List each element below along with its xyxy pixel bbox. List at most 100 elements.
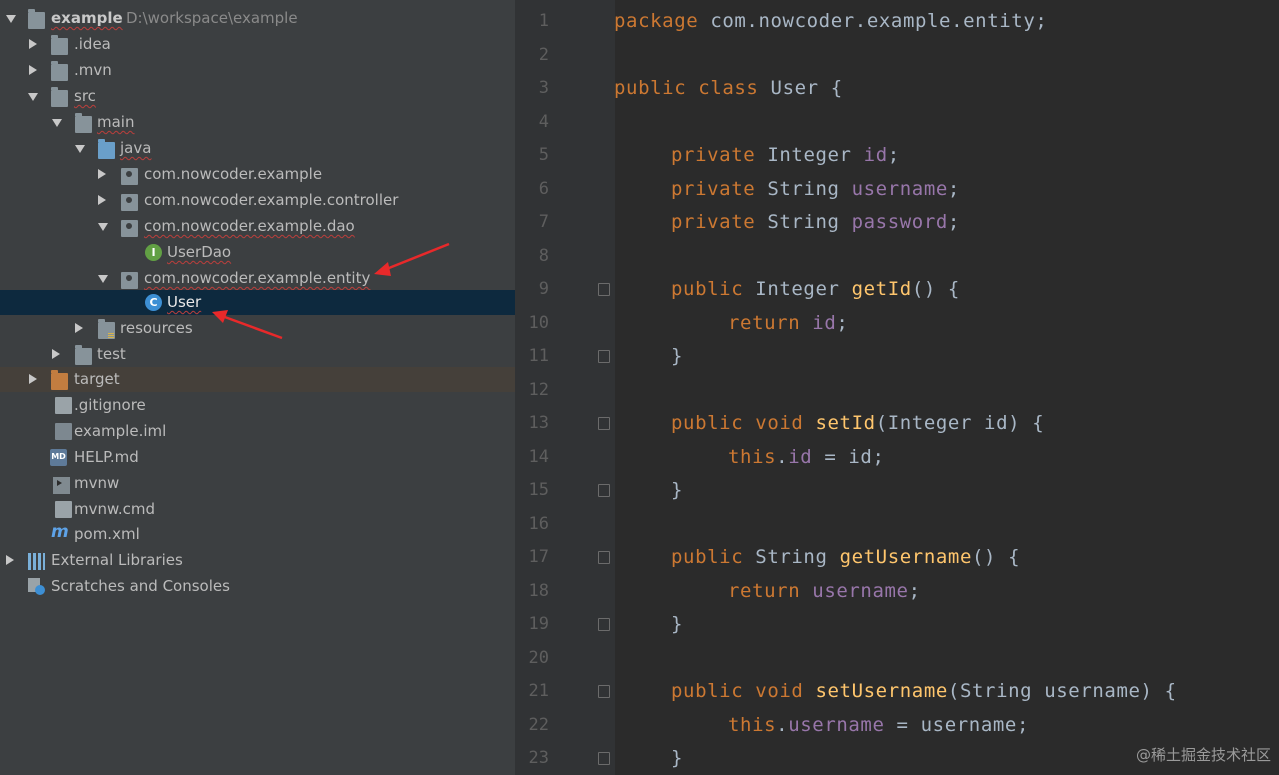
- tree-item-java[interactable]: java: [0, 136, 515, 161]
- chevron-down-icon[interactable]: [75, 145, 85, 153]
- tree-item-mvnw-cmd[interactable]: mvnw.cmd: [0, 497, 515, 522]
- code-editor[interactable]: 1 2 3 4 5 6 7 8 9 10 11 12 13 14 15 16 17 18 19 20 21 22 23 pa…: [515, 0, 1279, 775]
- fold-marker-icon[interactable]: [598, 685, 610, 698]
- chevron-right-icon[interactable]: [98, 169, 106, 179]
- module-folder-icon: [28, 9, 45, 29]
- tree-item-package-dao[interactable]: com.nowcoder.example.dao: [0, 214, 515, 239]
- fold-marker-icon[interactable]: [598, 350, 610, 363]
- chevron-right-icon[interactable]: [29, 374, 37, 384]
- line-number: 21: [528, 681, 549, 701]
- chevron-right-icon[interactable]: [29, 39, 37, 49]
- tree-item-package-example[interactable]: com.nowcoder.example: [0, 162, 515, 187]
- script-file-icon: [53, 477, 70, 494]
- tree-item-label: mvnw: [74, 474, 120, 492]
- code-token: this: [728, 445, 777, 468]
- tree-item-main[interactable]: main: [0, 110, 515, 135]
- fold-marker-icon[interactable]: [598, 618, 610, 631]
- tree-item-label: .gitignore: [74, 396, 146, 414]
- code-token: id: [863, 144, 888, 166]
- line-number: 19: [528, 614, 549, 634]
- line-number: 22: [528, 714, 549, 735]
- fold-marker-icon[interactable]: [598, 551, 610, 564]
- tree-item-label: test: [97, 345, 126, 363]
- tree-item-label: src: [74, 87, 96, 105]
- tree-item-example-iml[interactable]: example.iml: [0, 419, 515, 444]
- fold-marker-icon[interactable]: [598, 752, 610, 765]
- chevron-right-icon[interactable]: [6, 555, 14, 565]
- folder-icon: [51, 61, 68, 81]
- code-line[interactable]: public String getUsername() {: [671, 540, 1020, 574]
- code-line[interactable]: }: [671, 339, 683, 373]
- code-line[interactable]: private Integer id;: [671, 138, 900, 172]
- tree-item-root[interactable]: example D:\workspace\example: [0, 6, 515, 31]
- code-line[interactable]: return id;: [728, 306, 848, 340]
- fold-marker-icon[interactable]: [598, 417, 610, 430]
- code-line[interactable]: private String username;: [671, 172, 960, 206]
- chevron-down-icon[interactable]: [52, 119, 62, 127]
- tree-item-scratches[interactable]: Scratches and Consoles: [0, 574, 515, 599]
- code-line[interactable]: this.id = id;: [728, 440, 885, 474]
- line-number: 3: [538, 78, 549, 98]
- tree-item-package-entity[interactable]: com.nowcoder.example.entity: [0, 266, 515, 291]
- code-line[interactable]: }: [671, 741, 683, 775]
- line-number: 15: [528, 480, 549, 500]
- chevron-down-icon[interactable]: [98, 223, 108, 231]
- code-line[interactable]: private String password;: [671, 205, 960, 239]
- code-token: public: [614, 77, 687, 99]
- code-token: ;: [836, 311, 849, 334]
- chevron-down-icon[interactable]: [28, 93, 38, 101]
- tree-item-test[interactable]: test: [0, 342, 515, 367]
- chevron-down-icon[interactable]: [98, 275, 108, 283]
- code-line[interactable]: public void setUsername(String username)…: [671, 674, 1177, 708]
- line-number: 5: [538, 145, 549, 165]
- fold-marker-icon[interactable]: [598, 484, 610, 497]
- code-line[interactable]: }: [671, 473, 683, 507]
- tree-item-label: .idea: [74, 35, 111, 53]
- fold-marker-icon[interactable]: [598, 283, 610, 296]
- tree-item-idea[interactable]: .idea: [0, 32, 515, 57]
- chevron-right-icon[interactable]: [29, 65, 37, 75]
- tree-item-userdao[interactable]: I UserDao: [0, 240, 515, 265]
- tree-item-user[interactable]: C User: [0, 290, 515, 315]
- tree-item-src[interactable]: src: [0, 84, 515, 109]
- tree-item-target[interactable]: target: [0, 367, 515, 392]
- code-token: return: [728, 311, 801, 334]
- tree-item-label: target: [74, 370, 120, 388]
- code-token: public: [671, 278, 744, 300]
- tree-item-mvnw[interactable]: mvnw: [0, 471, 515, 496]
- chevron-right-icon[interactable]: [52, 349, 60, 359]
- code-token: private: [671, 177, 756, 200]
- code-line[interactable]: return username;: [728, 574, 921, 608]
- code-token: ;: [947, 177, 960, 200]
- chevron-right-icon[interactable]: [98, 195, 106, 205]
- tree-item-package-controller[interactable]: com.nowcoder.example.controller: [0, 188, 515, 213]
- code-token: getUsername: [839, 546, 972, 568]
- tree-item-label: com.nowcoder.example.entity: [144, 269, 371, 287]
- class-icon: C: [145, 294, 162, 311]
- package-icon: [121, 272, 138, 289]
- tree-item-pom-xml[interactable]: m pom.xml: [0, 522, 515, 547]
- code-line[interactable]: package com.nowcoder.example.entity;: [614, 4, 1047, 38]
- line-number-gutter: 1 2 3 4 5 6 7 8 9 10 11 12 13 14 15 16 17 18 19 20 21 22 23: [515, 0, 615, 775]
- tree-item-label: pom.xml: [74, 525, 140, 543]
- tree-item-help-md[interactable]: MD HELP.md: [0, 445, 515, 470]
- code-line[interactable]: this.username = username;: [728, 708, 1029, 742]
- tree-item-external-libraries[interactable]: External Libraries: [0, 548, 515, 573]
- tree-item-mvn[interactable]: .mvn: [0, 58, 515, 83]
- code-line[interactable]: public class User {: [614, 71, 843, 105]
- tree-item-label: User: [167, 293, 202, 311]
- code-line[interactable]: public Integer getId() {: [671, 272, 960, 306]
- chevron-down-icon[interactable]: [6, 15, 16, 23]
- chevron-right-icon[interactable]: [75, 323, 83, 333]
- code-token: void: [755, 412, 804, 434]
- code-line[interactable]: public void setId(Integer id) {: [671, 406, 1044, 440]
- tree-item-resources[interactable]: resources: [0, 316, 515, 341]
- code-line[interactable]: }: [671, 607, 683, 641]
- tree-item-gitignore[interactable]: .gitignore: [0, 393, 515, 418]
- line-number: 2: [538, 44, 549, 65]
